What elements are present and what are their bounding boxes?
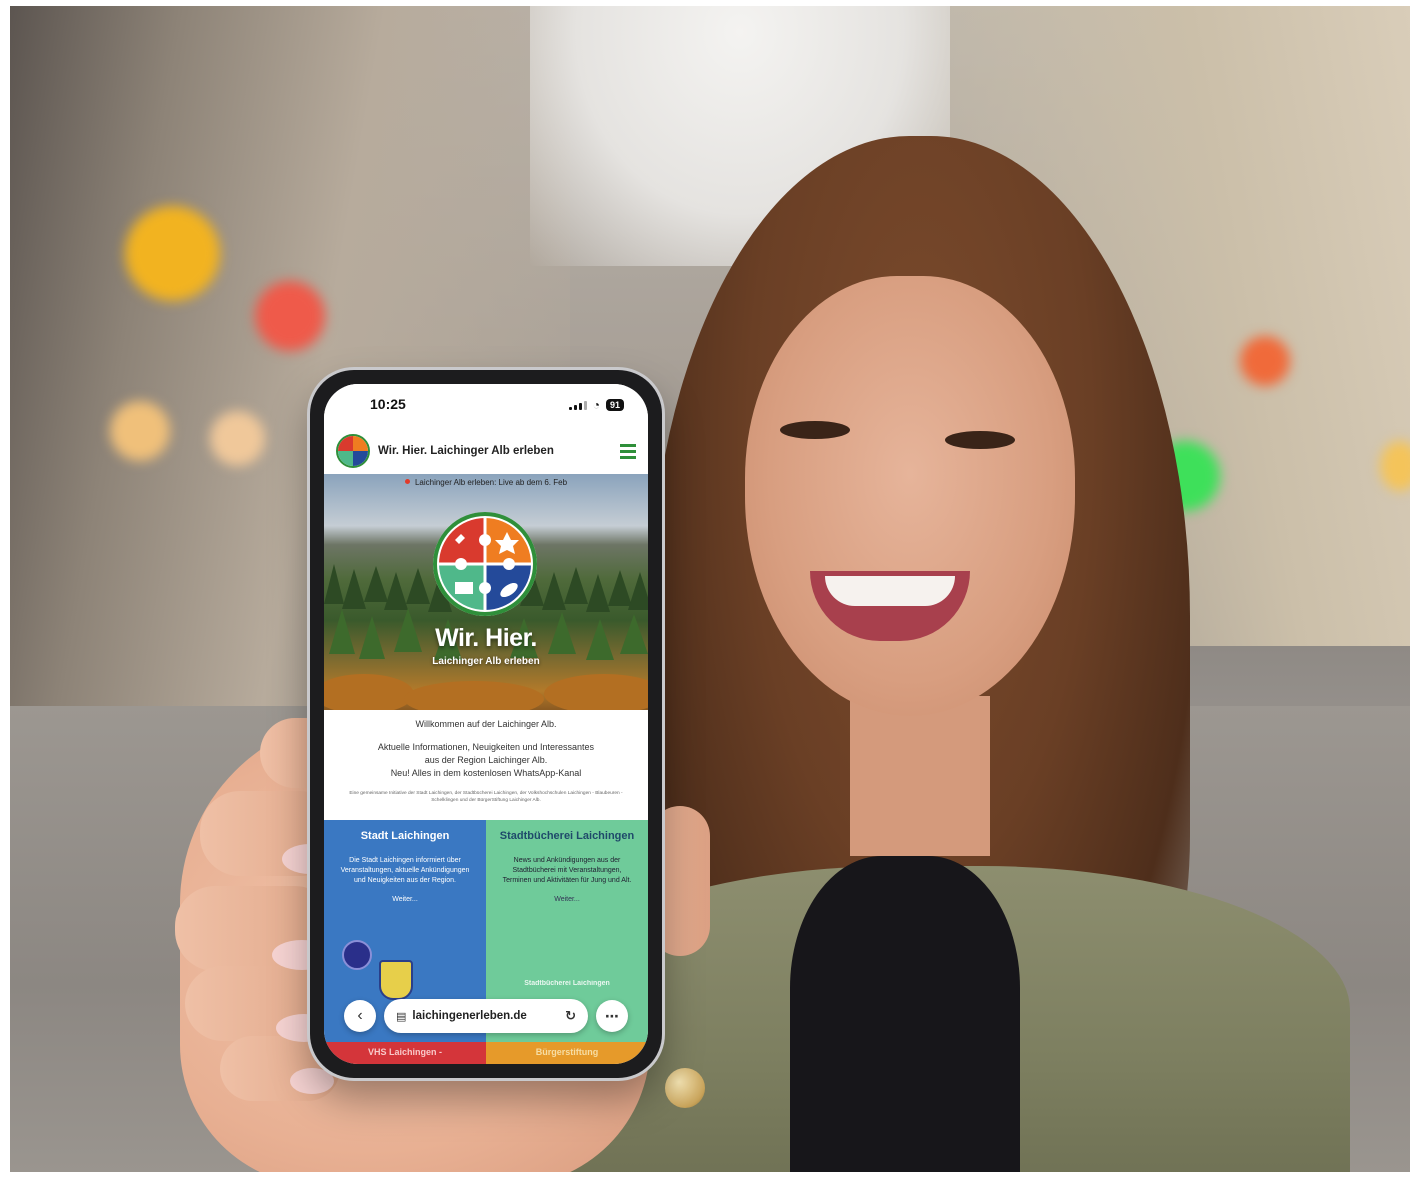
woman-top	[790, 856, 1020, 1172]
back-button[interactable]: ‹	[344, 1000, 376, 1032]
status-time: 10:25	[370, 396, 406, 412]
news-ticker[interactable]: Laichinger Alb erleben: Live ab dem 6. F…	[324, 478, 648, 487]
city-seal-icon	[342, 940, 372, 970]
fine-print: Eine gemeinsame Initiative der Stadt Lai…	[349, 791, 623, 803]
coat-button	[665, 1068, 705, 1108]
phone-screen: 10:25 ◔ 91 Wir. Hier. Laichinger Alb erl…	[324, 384, 648, 1064]
coat-of-arms-icon	[379, 960, 413, 1000]
status-icons: ◔ 91	[568, 398, 624, 412]
tile-vhs[interactable]: VHS Laichingen -	[324, 1042, 486, 1064]
status-bar: 10:25 ◔ 91	[324, 384, 648, 428]
chevron-left-icon: ‹	[357, 1007, 363, 1024]
ticker-text: Laichinger Alb erleben: Live ab dem 6. F…	[414, 478, 568, 487]
tile-more-link[interactable]: Weiter...	[486, 896, 648, 903]
intro-section: Willkommen auf der Laichinger Alb. Aktue…	[324, 710, 648, 820]
info-text: Aktuelle Informationen, Neuigkeiten und …	[324, 741, 648, 780]
site-info-icon[interactable]: ▤	[396, 1010, 406, 1023]
tile-text: Die Stadt Laichingen informiert über Ver…	[340, 857, 470, 884]
hero-title: Wir. Hier.	[435, 624, 537, 652]
woman-neck	[850, 696, 990, 856]
welcome-text: Willkommen auf der Laichinger Alb.	[415, 719, 557, 729]
site-header: Wir. Hier. Laichinger Alb erleben	[324, 428, 648, 474]
browser-bar: ‹ ▤ laichingenerleben.de ↻ ⋯	[344, 998, 628, 1034]
woman-face	[745, 276, 1075, 716]
fingernail	[290, 1068, 334, 1094]
info-line: Neu! Alles in dem kostenlosen WhatsApp-K…	[390, 768, 582, 778]
tile-title: Stadt Laichingen	[360, 830, 450, 842]
hero-banner: Laichinger Alb erleben: Live ab dem 6. F…	[324, 474, 648, 710]
woman-eye-left	[780, 421, 850, 439]
woman-eye-right	[945, 431, 1015, 449]
battery-icon: 91	[605, 399, 624, 411]
url-text: laichingenerleben.de	[412, 1010, 527, 1022]
bokeh-light-orange	[1240, 336, 1290, 386]
puzzle-logo-icon	[433, 512, 537, 616]
signal-icon	[568, 400, 587, 410]
tile-more-link[interactable]: Weiter...	[324, 896, 486, 903]
bokeh-light-red	[255, 281, 325, 351]
bokeh-light-warm	[110, 401, 170, 461]
library-logo-text: Stadtbücherei Laichingen	[524, 980, 610, 987]
site-logo-icon[interactable]	[336, 434, 370, 468]
street-scene	[10, 6, 1410, 1172]
address-bar[interactable]: ▤ laichingenerleben.de ↻	[384, 999, 588, 1033]
wifi-icon: ◔	[592, 398, 600, 412]
smartphone: 10:25 ◔ 91 Wir. Hier. Laichinger Alb erl…	[310, 370, 662, 1078]
hamburger-menu-icon[interactable]	[620, 443, 636, 459]
tile-text: News und Ankündigungen aus der Stadtbüch…	[502, 857, 632, 884]
info-line: Aktuelle Informationen, Neuigkeiten und …	[377, 742, 595, 752]
woman-teeth	[825, 576, 955, 606]
tile-title: Stadtbücherei Laichingen	[499, 830, 635, 842]
bottom-tiles-strip: VHS Laichingen - Bürgerstiftung	[324, 1042, 648, 1064]
site-title[interactable]: Wir. Hier. Laichinger Alb erleben	[378, 445, 620, 457]
info-line: aus der Region Laichinger Alb.	[424, 755, 548, 765]
bokeh-light-yellow	[125, 206, 220, 301]
more-button[interactable]: ⋯	[596, 1000, 628, 1032]
ellipsis-icon: ⋯	[605, 1007, 619, 1024]
reload-icon[interactable]: ↻	[565, 1008, 576, 1024]
bokeh-light-warm	[210, 411, 265, 466]
tile-buergerstiftung[interactable]: Bürgerstiftung	[486, 1042, 648, 1064]
live-dot-icon	[404, 479, 410, 484]
hero-subtitle: Laichinger Alb erleben	[432, 656, 540, 667]
